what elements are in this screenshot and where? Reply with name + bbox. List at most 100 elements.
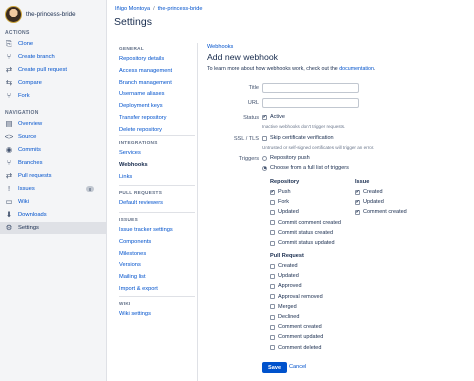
menu-item-components[interactable]: Components: [119, 239, 151, 245]
repo-push-checkbox[interactable]: ✔: [270, 189, 275, 195]
nav-item-issues[interactable]: ! Issues 8: [0, 183, 106, 195]
pr-trigger-comment-created[interactable]: Comment created: [270, 324, 322, 330]
nav-item-settings[interactable]: ⚙ Settings: [0, 222, 106, 234]
repo-trigger-commit-comment-created[interactable]: Commit comment created: [270, 220, 341, 226]
nav-item-downloads[interactable]: ⬇ Downloads: [0, 209, 106, 221]
menu-item-services[interactable]: Services: [119, 150, 141, 156]
menu-item-delete-repository[interactable]: Delete repository: [119, 127, 162, 133]
page-title: Settings: [114, 16, 152, 28]
pr-trigger-updated[interactable]: Updated: [270, 273, 299, 279]
pr-trigger-comment-updated[interactable]: Comment updated: [270, 334, 323, 340]
menu-item-transfer-repository[interactable]: Transfer repository: [119, 115, 167, 121]
ssl-option[interactable]: Skip certificate verification: [262, 135, 334, 141]
documentation-link[interactable]: documentation: [339, 66, 374, 72]
issue-trigger-updated[interactable]: ✔ Updated: [355, 199, 384, 205]
repo-trigger-push[interactable]: ✔ Push: [270, 189, 291, 195]
menu-divider: [119, 135, 195, 136]
pull-request-triggers-heading: Pull Request: [270, 253, 304, 259]
pr-merged-checkbox[interactable]: [270, 304, 275, 310]
menu-item-mailing-list[interactable]: Mailing list: [119, 274, 146, 280]
repo-trigger-commit-status-created[interactable]: Commit status created: [270, 230, 333, 236]
menu-item-milestones[interactable]: Milestones: [119, 251, 146, 257]
repo-trigger-updated[interactable]: Updated: [270, 209, 299, 215]
menu-item-links[interactable]: Links: [119, 174, 132, 180]
repo-updated-checkbox[interactable]: [270, 209, 275, 215]
menu-item-default-reviewers[interactable]: Default reviewers: [119, 200, 163, 206]
pr-updated-checkbox[interactable]: [270, 273, 275, 279]
pr-comment-created-checkbox[interactable]: [270, 324, 275, 330]
nav-item-label: Commits: [18, 147, 41, 153]
pr-approval-removed-checkbox[interactable]: [270, 294, 275, 300]
skip-verification-checkbox[interactable]: [262, 135, 267, 141]
repo-trigger-commit-status-updated[interactable]: Commit status updated: [270, 240, 335, 246]
repository-push-label: Repository push: [270, 155, 310, 161]
breadcrumb-repo[interactable]: the-princess-bride: [158, 6, 203, 12]
issue-trigger-created[interactable]: ✔ Created: [355, 189, 383, 195]
menu-item-deployment-keys[interactable]: Deployment keys: [119, 103, 163, 109]
repo-commit-comment-created-checkbox[interactable]: [270, 220, 275, 226]
pr-comment-updated-checkbox[interactable]: [270, 334, 275, 340]
issue-created-checkbox[interactable]: ✔: [355, 189, 360, 195]
nav-item-source[interactable]: <> Source: [0, 131, 106, 143]
pr-trigger-comment-deleted[interactable]: Comment deleted: [270, 345, 321, 351]
webhooks-breadcrumb[interactable]: Webhooks: [207, 44, 233, 50]
intro-text: To learn more about how webhooks work, c…: [207, 66, 376, 72]
pr-trigger-approval-removed[interactable]: Approval removed: [270, 294, 323, 300]
issue-trigger-comment-created[interactable]: ✔ Comment created: [355, 209, 407, 215]
left-navigation: the-princess-bride ACTIONS ⎘ Clone ⑂ Create…: [0, 0, 107, 381]
title-input[interactable]: [262, 83, 359, 93]
breadcrumb-user[interactable]: Iñigo Montoya: [115, 6, 150, 12]
menu-item-branch-management[interactable]: Branch management: [119, 80, 172, 86]
nav-item-label: Settings: [18, 225, 39, 231]
title-label: Title: [248, 85, 259, 91]
pr-trigger-approved[interactable]: Approved: [270, 283, 302, 289]
breadcrumb: Iñigo Montoya / the-princess-bride: [115, 6, 202, 12]
save-button[interactable]: Save: [262, 362, 288, 373]
nav-item-label: Create branch: [18, 54, 55, 60]
trigger-label: Updated: [278, 273, 299, 280]
repo-fork-checkbox[interactable]: [270, 199, 275, 205]
repository-push-radio[interactable]: [262, 155, 267, 161]
trigger-label: Created: [278, 263, 298, 269]
nav-item-create-branch[interactable]: ⑂ Create branch: [0, 51, 106, 63]
menu-item-access-management[interactable]: Access management: [119, 68, 172, 74]
nav-item-wiki[interactable]: ▭ Wiki: [0, 196, 106, 208]
skip-verification-label: Skip certificate verification: [270, 135, 334, 141]
pr-comment-deleted-checkbox[interactable]: [270, 345, 275, 351]
trigger-push-option[interactable]: Repository push: [262, 155, 310, 161]
menu-item-wiki-settings[interactable]: Wiki settings: [119, 311, 151, 317]
repo-header[interactable]: the-princess-bride: [5, 5, 76, 23]
nav-item-clone[interactable]: ⎘ Clone: [0, 38, 106, 50]
nav-item-pull-requests[interactable]: ⇄ Pull requests: [0, 170, 106, 182]
nav-item-compare[interactable]: ⇆ Compare: [0, 77, 106, 89]
url-input[interactable]: [262, 98, 359, 108]
nav-item-create-pull-request[interactable]: ⇄ Create pull request: [0, 64, 106, 76]
menu-item-username-aliases[interactable]: Username aliases: [119, 91, 165, 97]
repo-commit-status-created-checkbox[interactable]: [270, 230, 275, 236]
active-checkbox[interactable]: ✔: [262, 114, 267, 120]
nav-item-fork[interactable]: ⑂ Fork: [0, 90, 106, 102]
status-option[interactable]: ✔ Active: [262, 114, 285, 120]
nav-item-overview[interactable]: ▤ Overview: [0, 118, 106, 130]
pr-created-checkbox[interactable]: [270, 263, 275, 269]
pr-trigger-declined[interactable]: Declined: [270, 314, 299, 320]
trigger-choose-option[interactable]: Choose from a full list of triggers: [262, 165, 349, 171]
menu-item-versions[interactable]: Versions: [119, 262, 141, 268]
pr-trigger-created[interactable]: Created: [270, 263, 298, 269]
repo-trigger-fork[interactable]: Fork: [270, 199, 289, 205]
menu-item-webhooks[interactable]: Webhooks: [119, 162, 148, 168]
menu-item-import-export[interactable]: Import & export: [119, 286, 158, 292]
menu-item-issue-tracker-settings[interactable]: Issue tracker settings: [119, 227, 173, 233]
pr-declined-checkbox[interactable]: [270, 314, 275, 320]
nav-item-commits[interactable]: ◉ Commits: [0, 144, 106, 156]
repo-commit-status-updated-checkbox[interactable]: [270, 240, 275, 246]
cancel-link[interactable]: Cancel: [289, 364, 306, 370]
menu-item-repository-details[interactable]: Repository details: [119, 56, 164, 62]
nav-item-branches[interactable]: ⑂ Branches: [0, 157, 106, 169]
pr-approved-checkbox[interactable]: [270, 283, 275, 289]
trigger-label: Updated: [363, 199, 384, 206]
issue-updated-checkbox[interactable]: ✔: [355, 199, 360, 205]
issue-comment-created-checkbox[interactable]: ✔: [355, 209, 360, 215]
choose-triggers-radio[interactable]: [262, 165, 267, 171]
pr-trigger-merged[interactable]: Merged: [270, 304, 297, 310]
